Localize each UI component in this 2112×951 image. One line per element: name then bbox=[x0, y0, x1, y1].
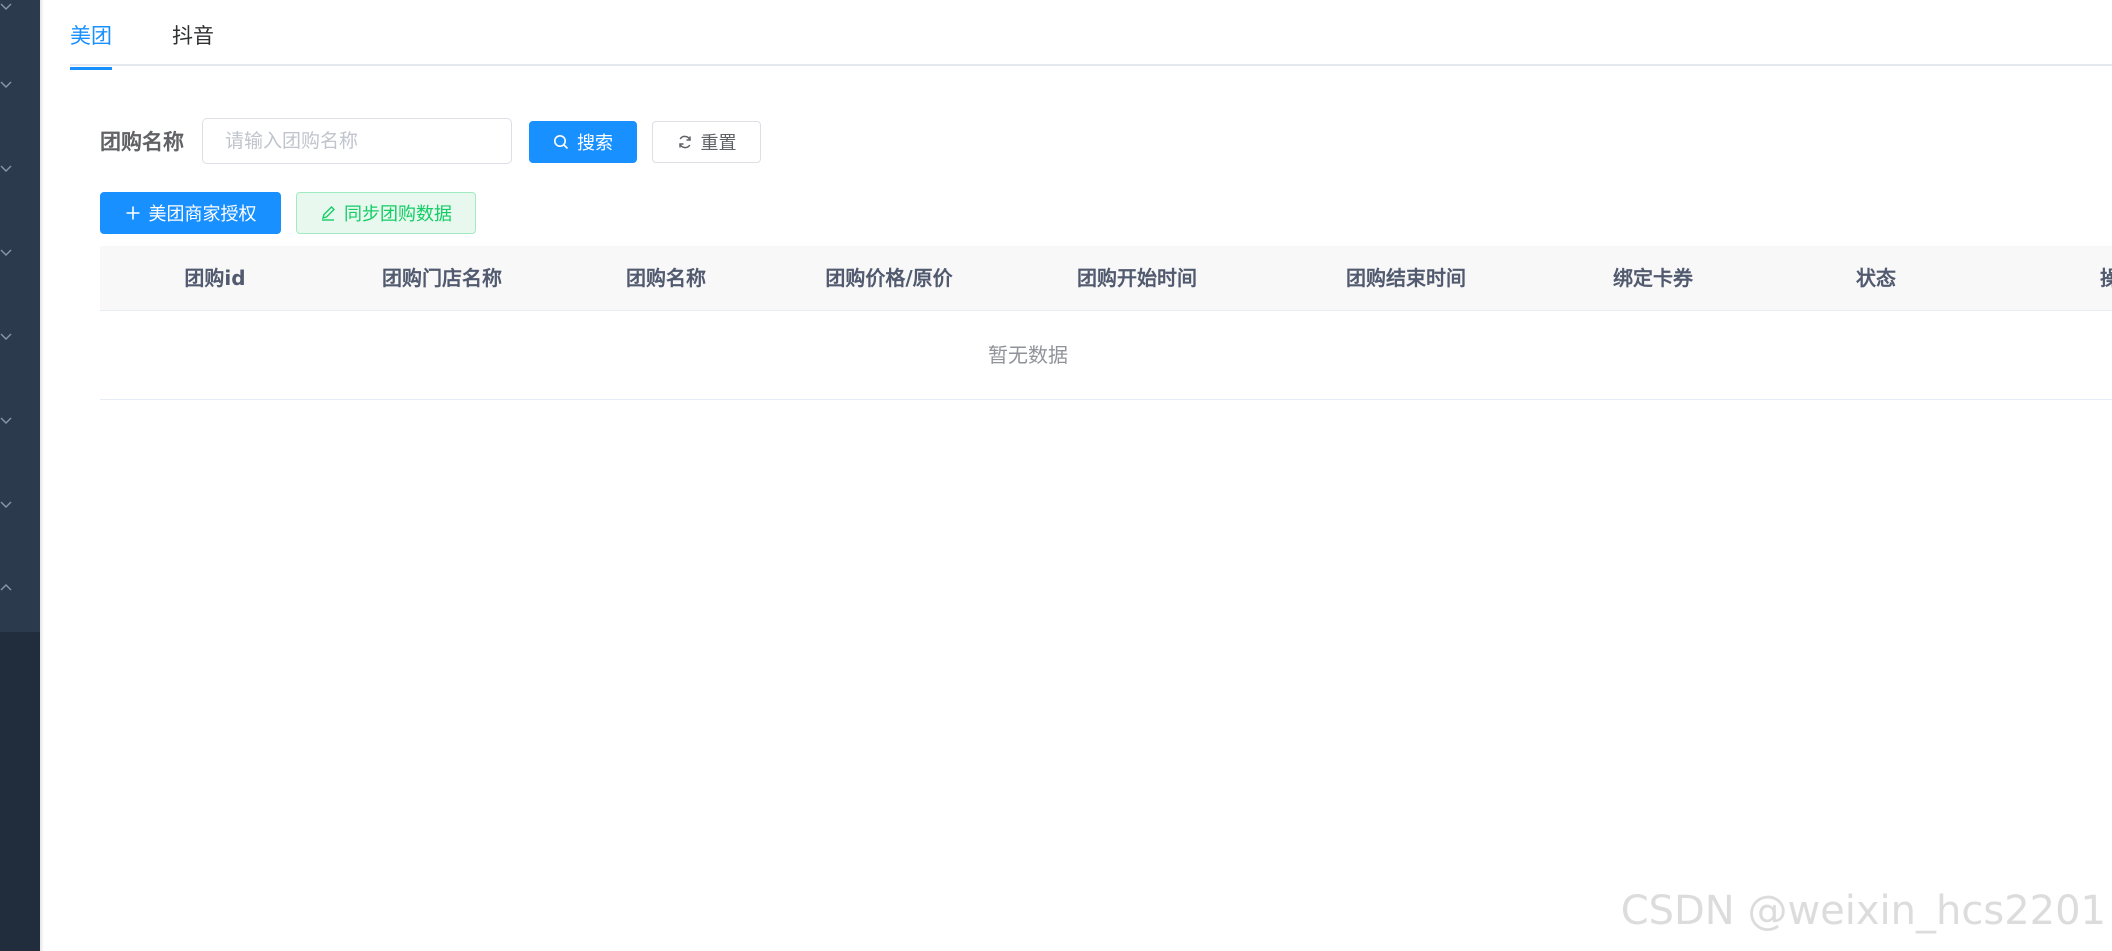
edit-icon bbox=[320, 205, 336, 221]
sync-button-label: 同步团购数据 bbox=[344, 204, 452, 225]
tab-label: 美团 bbox=[70, 24, 112, 48]
sidebar-shadow bbox=[40, 0, 44, 951]
sidebar bbox=[0, 0, 44, 951]
column-header-end-time: 团购结束时间 bbox=[1346, 266, 1466, 290]
chevron-down-icon[interactable] bbox=[0, 414, 14, 428]
refresh-icon bbox=[677, 134, 693, 150]
tab-meituan[interactable]: 美团 bbox=[70, 20, 112, 70]
sync-groupbuy-button[interactable]: 同步团购数据 bbox=[296, 192, 476, 234]
search-input[interactable] bbox=[202, 118, 512, 164]
table-header: 团购id 团购门店名称 团购名称 团购价格/原价 团购开始时间 团购结束时间 绑… bbox=[100, 246, 2112, 311]
search-icon bbox=[553, 134, 569, 150]
search-button-label: 搜索 bbox=[577, 133, 613, 154]
plus-icon bbox=[125, 205, 141, 221]
sidebar-lower-panel bbox=[0, 632, 40, 951]
chevron-down-icon[interactable] bbox=[0, 162, 14, 176]
column-header-store-name: 团购门店名称 bbox=[382, 266, 502, 290]
reset-button-label: 重置 bbox=[700, 133, 737, 154]
tab-active-indicator bbox=[70, 67, 112, 70]
table-empty-row: 暂无数据 bbox=[100, 311, 2112, 400]
chevron-down-icon[interactable] bbox=[0, 246, 14, 260]
chevron-up-icon[interactable] bbox=[0, 582, 14, 596]
column-header-status: 状态 bbox=[1856, 266, 1896, 290]
auth-button-label: 美团商家授权 bbox=[148, 204, 257, 225]
search-label: 团购名称 bbox=[100, 130, 184, 154]
meituan-auth-button[interactable]: 美团商家授权 bbox=[100, 192, 281, 234]
column-header-price: 团购价格/原价 bbox=[825, 266, 953, 290]
chevron-down-icon[interactable] bbox=[0, 330, 14, 344]
tab-douyin[interactable]: 抖音 bbox=[172, 20, 214, 50]
chevron-down-icon[interactable] bbox=[0, 0, 14, 14]
column-header-groupbuy-name: 团购名称 bbox=[626, 266, 706, 290]
search-button[interactable]: 搜索 bbox=[529, 121, 637, 163]
platform-tabs: 美团 抖音 bbox=[70, 0, 2112, 70]
tab-label: 抖音 bbox=[172, 24, 214, 48]
watermark: CSDN @weixin_hcs2201 bbox=[1620, 888, 2106, 934]
chevron-down-icon[interactable] bbox=[0, 498, 14, 512]
column-header-actions: 操作 bbox=[2100, 266, 2112, 290]
column-header-start-time: 团购开始时间 bbox=[1077, 266, 1197, 290]
groupbuy-table: 团购id 团购门店名称 团购名称 团购价格/原价 团购开始时间 团购结束时间 绑… bbox=[100, 246, 2112, 400]
reset-button[interactable]: 重置 bbox=[652, 121, 761, 163]
empty-text: 暂无数据 bbox=[988, 343, 1068, 367]
column-header-id: 团购id bbox=[184, 266, 246, 290]
column-header-bound-coupon: 绑定卡券 bbox=[1613, 266, 1693, 290]
chevron-down-icon[interactable] bbox=[0, 78, 14, 92]
